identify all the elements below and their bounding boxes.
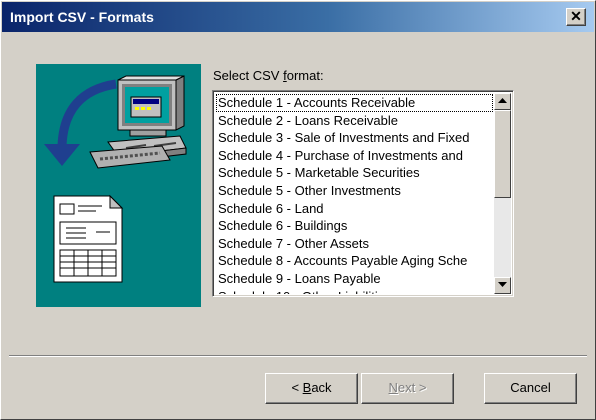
list-item[interactable]: Schedule 6 - Land <box>216 200 493 218</box>
scrollbar-thumb[interactable] <box>494 110 511 198</box>
list-item[interactable]: Schedule 9 - Loans Payable <box>216 270 493 288</box>
next-button[interactable]: Next > <box>361 373 454 404</box>
close-icon: ✕ <box>570 8 582 24</box>
import-illustration <box>36 64 201 307</box>
list-item[interactable]: Schedule 6 - Buildings <box>216 217 493 235</box>
arrow-up-icon <box>498 98 507 103</box>
import-csv-dialog: Import CSV - Formats ✕ Select CSV format… <box>0 0 596 420</box>
format-list-items: Schedule 1 - Accounts Receivable Schedule… <box>216 94 493 294</box>
list-item[interactable]: Schedule 8 - Accounts Payable Aging Sche <box>216 252 493 270</box>
list-item[interactable]: Schedule 10 - Other Liabilities <box>216 288 493 294</box>
list-item[interactable]: Schedule 3 - Sale of Investments and Fix… <box>216 129 493 147</box>
arrow-down-icon <box>498 282 507 287</box>
footer-separator <box>9 355 587 357</box>
list-item[interactable]: Schedule 5 - Marketable Securities <box>216 164 493 182</box>
list-item[interactable]: Schedule 4 - Purchase of Investments and <box>216 147 493 165</box>
cancel-button[interactable]: Cancel <box>484 373 577 404</box>
close-button[interactable]: ✕ <box>566 8 586 26</box>
csv-format-listbox[interactable]: Schedule 1 - Accounts Receivable Schedule… <box>212 90 514 297</box>
list-item[interactable]: Schedule 1 - Accounts Receivable <box>216 94 493 112</box>
list-item[interactable]: Schedule 5 - Other Investments <box>216 182 493 200</box>
vertical-scrollbar[interactable] <box>494 93 511 294</box>
back-button[interactable]: < Back <box>265 373 358 404</box>
list-item[interactable]: Schedule 7 - Other Assets <box>216 235 493 253</box>
document-icon <box>53 194 124 283</box>
scroll-up-button[interactable] <box>494 93 511 110</box>
dialog-title: Import CSV - Formats <box>10 9 154 25</box>
scroll-down-button[interactable] <box>494 277 511 294</box>
format-list-label: Select CSV format: <box>213 68 324 83</box>
title-bar[interactable]: Import CSV - Formats ✕ <box>2 2 594 32</box>
list-item[interactable]: Schedule 2 - Loans Receivable <box>216 112 493 130</box>
